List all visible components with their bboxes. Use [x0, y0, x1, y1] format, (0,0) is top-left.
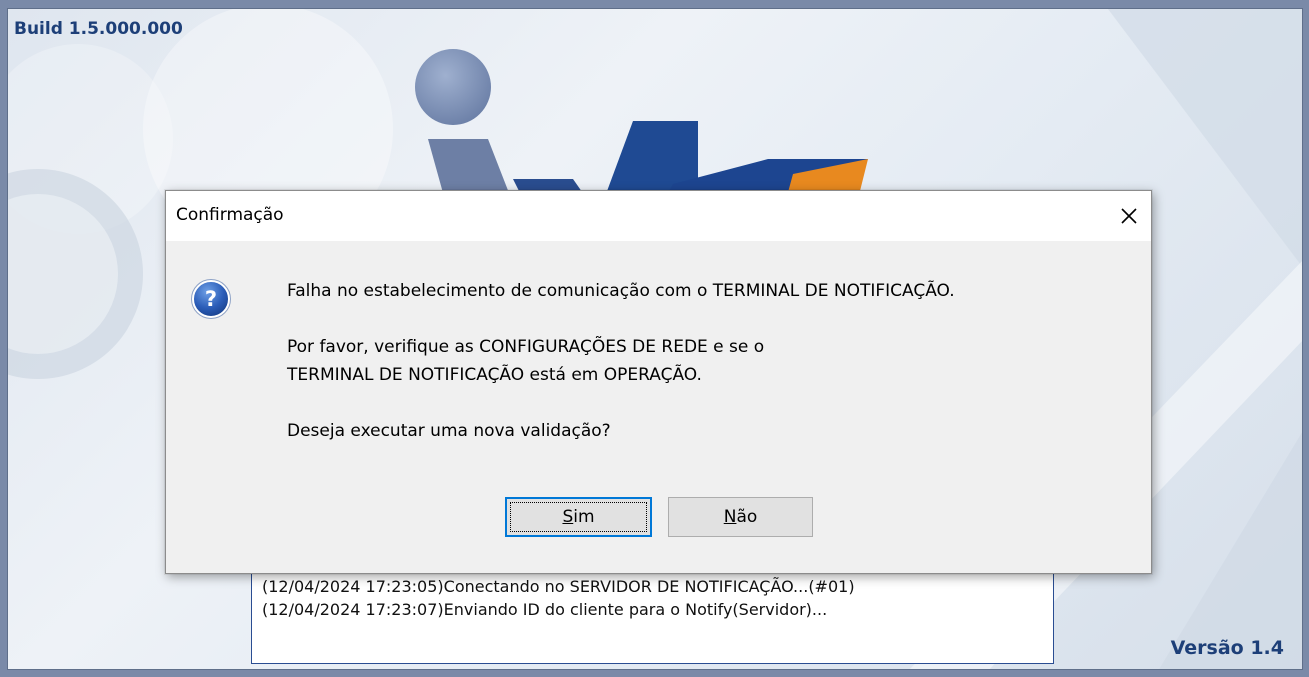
- message-line: Por favor, verifique as CONFIGURAÇÕES DE…: [287, 337, 765, 357]
- focus-ring: [510, 502, 647, 532]
- version-label: Versão 1.4: [1170, 637, 1284, 659]
- message-line: Falha no estabelecimento de comunicação …: [287, 281, 955, 301]
- no-button-label: Não: [723, 507, 758, 527]
- svg-text:?: ?: [205, 287, 217, 311]
- build-label: Build 1.5.000.000: [14, 19, 183, 39]
- no-button[interactable]: Não: [668, 497, 813, 537]
- log-line: (12/04/2024 17:23:07)Enviando ID do clie…: [262, 600, 828, 619]
- question-icon: ?: [191, 279, 231, 319]
- message-line: TERMINAL DE NOTIFICAÇÃO está em OPERAÇÃO…: [287, 365, 702, 385]
- close-icon: [1121, 208, 1137, 224]
- log-line: (12/04/2024 17:23:05)Conectando no SERVI…: [262, 577, 855, 596]
- yes-button[interactable]: Sim: [505, 497, 652, 537]
- dialog-titlebar: Confirmação: [166, 191, 1151, 241]
- confirmation-dialog: Confirmação ? Falha no estabelecimento d…: [165, 190, 1152, 574]
- dialog-body: ? Falha no estabelecimento de comunicaçã…: [166, 241, 1151, 573]
- message-line: Deseja executar uma nova validação?: [287, 421, 611, 441]
- close-button[interactable]: [1107, 191, 1151, 241]
- dialog-title: Confirmação: [176, 205, 284, 225]
